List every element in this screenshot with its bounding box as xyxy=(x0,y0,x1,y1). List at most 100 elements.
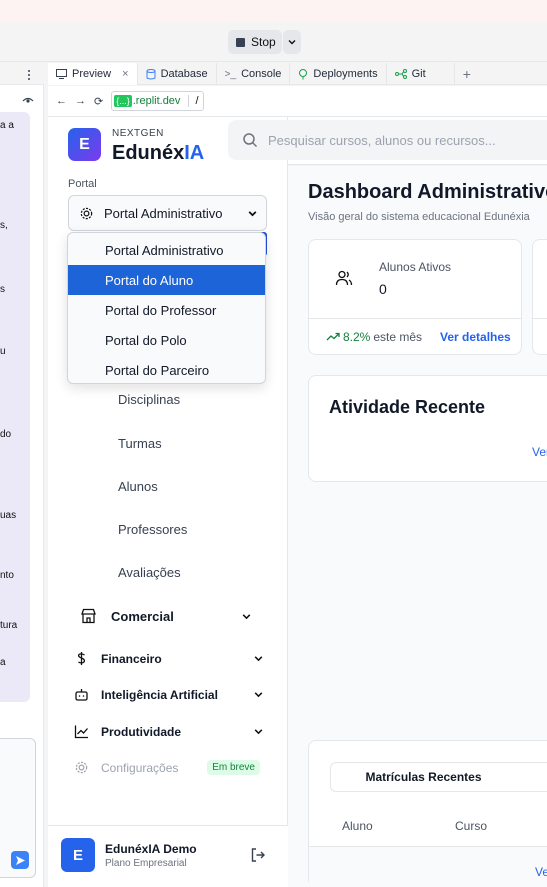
tab-console[interactable]: >_ Console xyxy=(217,63,291,85)
url-domain: .replit.dev xyxy=(132,95,181,107)
coming-soon-badge: Em breve xyxy=(207,760,260,775)
stat-card xyxy=(532,239,547,355)
trend-text: este mês xyxy=(373,330,423,344)
back-icon[interactable]: ← xyxy=(56,95,67,107)
tab-git[interactable]: Git xyxy=(387,63,455,85)
sidebar-item-label: Configurações xyxy=(101,760,179,775)
tab-preview[interactable]: Preview × xyxy=(48,63,138,85)
brand-main: Edunéx xyxy=(112,142,185,164)
bot-icon xyxy=(75,689,88,701)
monitor-icon xyxy=(56,69,67,79)
tab-label: Deployments xyxy=(313,68,378,80)
table-header: Aluno Curso xyxy=(309,806,547,846)
portal-label: Portal xyxy=(68,178,97,190)
chevron-down-icon xyxy=(254,692,263,698)
message-fragment: s xyxy=(0,284,5,295)
reload-icon[interactable]: ⟳ xyxy=(94,95,103,108)
message-fragment: nto xyxy=(0,570,14,581)
chevron-down-icon xyxy=(254,656,263,662)
stat-title: Alunos Ativos xyxy=(379,260,452,274)
activity-card xyxy=(308,375,547,482)
page-title: Dashboard Administrativo xyxy=(308,181,547,203)
search-icon xyxy=(243,133,258,148)
stop-button[interactable]: Stop xyxy=(228,30,282,54)
tab-database[interactable]: Database xyxy=(138,63,217,85)
url-bar: ← → ⟳ {...} .replit.dev / xyxy=(48,86,547,117)
brand-name: EdunéxIA xyxy=(112,142,204,165)
portal-option[interactable]: Portal do Professor xyxy=(68,295,265,325)
forward-icon[interactable]: → xyxy=(75,95,86,107)
gear-icon xyxy=(75,761,88,774)
stat-trend: 8.2% este mês xyxy=(326,330,422,344)
avatar: E xyxy=(61,838,95,872)
sidebar-subitem-disciplinas[interactable]: Disciplinas xyxy=(118,392,180,407)
user-name: EdunéxIA Demo xyxy=(105,842,197,856)
message-fragment: s, xyxy=(0,220,8,231)
view-details-link[interactable]: Ver detalhes xyxy=(440,330,511,344)
chevron-down-icon xyxy=(248,210,257,216)
column-header: Aluno xyxy=(342,819,373,833)
database-icon xyxy=(146,68,156,79)
send-button[interactable] xyxy=(11,851,29,869)
tab-label: Database xyxy=(160,68,208,80)
portal-select-value: Portal Administrativo xyxy=(104,205,223,221)
sidebar-item-produtividade[interactable]: Produtividade xyxy=(74,724,264,739)
tab-deployments[interactable]: Deployments xyxy=(290,63,387,85)
eye-icon[interactable] xyxy=(22,95,34,107)
sidebar-subitem-alunos[interactable]: Alunos xyxy=(118,479,158,494)
portal-option[interactable]: Portal Administrativo xyxy=(68,235,265,265)
tab-recent-enrollments[interactable]: Matrículas Recentes xyxy=(330,762,547,792)
brand-tagline: NEXTGEN xyxy=(112,128,164,139)
trend-percent: 8.2% xyxy=(343,330,371,344)
portal-dropdown: Portal Administrativo Portal do Aluno Po… xyxy=(67,232,266,384)
send-icon xyxy=(15,855,25,865)
tab-label: Git xyxy=(411,68,426,80)
terminal-icon: >_ xyxy=(224,68,237,80)
search-placeholder: Pesquisar cursos, alunos ou recursos... xyxy=(268,132,496,148)
sidebar-item-configuracoes[interactable]: Configurações Em breve xyxy=(74,760,260,775)
tab-label: Preview xyxy=(72,68,112,80)
message-fragment: uas xyxy=(0,510,17,521)
add-tab-button[interactable]: + xyxy=(455,63,479,85)
sidebar-subitem-turmas[interactable]: Turmas xyxy=(118,436,162,451)
portal-option[interactable]: Portal do Parceiro xyxy=(68,355,265,385)
deployments-icon xyxy=(299,68,308,79)
message-fragment: a xyxy=(0,657,6,668)
users-icon xyxy=(335,270,353,286)
stop-label: Stop xyxy=(251,35,276,49)
message-fragment: u xyxy=(0,346,6,357)
message-fragment: do xyxy=(0,429,12,440)
portal-select[interactable]: Portal Administrativo xyxy=(68,195,267,231)
more-vertical-icon[interactable] xyxy=(26,69,32,81)
activity-title: Atividade Recente xyxy=(329,397,486,417)
domain-badge: {...} xyxy=(114,95,132,107)
user-plan: Plano Empresarial xyxy=(105,858,187,869)
url-field[interactable]: {...} .replit.dev / xyxy=(111,91,204,111)
chat-message: a a s, s u do uas nto tura a xyxy=(0,112,30,702)
divider xyxy=(533,318,547,319)
sidebar-item-financeiro[interactable]: Financeiro xyxy=(74,651,264,666)
logout-icon[interactable] xyxy=(250,847,266,863)
store-icon xyxy=(81,608,96,624)
sidebar-subitem-professores[interactable]: Professores xyxy=(118,522,187,537)
message-fragment: a a xyxy=(0,120,14,131)
message-fragment: tura xyxy=(0,620,18,631)
dollar-icon xyxy=(77,652,86,665)
sidebar-subitem-avaliacoes[interactable]: Avaliações xyxy=(118,565,181,580)
activity-view-link[interactable]: Ver xyxy=(532,445,547,459)
chevron-down-icon xyxy=(242,613,251,619)
sidebar-item-label: Inteligência Artificial xyxy=(101,687,218,702)
sidebar-item-comercial[interactable]: Comercial xyxy=(80,608,252,624)
tab-label: Console xyxy=(241,68,282,80)
sidebar-item-label: Produtividade xyxy=(101,724,182,739)
portal-option-highlighted[interactable]: Portal do Aluno xyxy=(68,265,265,295)
column-header: Curso xyxy=(455,819,488,833)
git-icon xyxy=(394,69,407,79)
enrollments-view-link[interactable]: Ver xyxy=(535,865,547,879)
search-input[interactable]: Pesquisar cursos, alunos ou recursos... xyxy=(228,120,547,160)
close-icon[interactable]: × xyxy=(122,68,128,80)
sidebar-item-ia[interactable]: Inteligência Artificial xyxy=(74,687,264,702)
stop-options-button[interactable] xyxy=(283,30,301,54)
sidebar-item-label: Financeiro xyxy=(101,651,162,666)
portal-option[interactable]: Portal do Polo xyxy=(68,325,265,355)
